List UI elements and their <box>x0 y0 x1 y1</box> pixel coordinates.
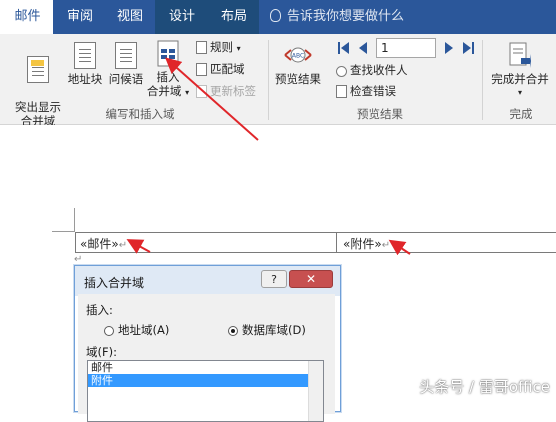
address-block-label: 地址块 <box>67 72 103 86</box>
radio-address-label: 地址域(A) <box>118 323 170 337</box>
insert-merge-field-label-2: 合并域 <box>146 84 182 98</box>
preview-results-label: 预览结果 <box>275 72 321 86</box>
rules-icon <box>196 41 207 54</box>
close-button[interactable]: ✕ <box>289 270 333 288</box>
table-cell-attachment-field[interactable]: «附件»↵ <box>343 235 390 252</box>
update-labels-button[interactable]: 更新标签 <box>196 82 256 100</box>
radio-address-fields[interactable]: 地址域(A) <box>104 322 169 338</box>
radio-database-fields[interactable]: 数据库域(D) <box>228 322 306 338</box>
svg-text:ABC: ABC <box>292 53 304 60</box>
lightbulb-icon <box>270 9 281 22</box>
finish-merge-label: 完成并合并 <box>491 72 549 86</box>
merge-field-mail: «邮件» <box>80 237 119 251</box>
dialog-body: 插入: 地址域(A) 数据库域(D) 域(F): 邮件 附件 <box>78 294 335 422</box>
fields-label: 域(F): <box>86 345 117 359</box>
table-border <box>75 232 556 233</box>
check-errors-icon <box>336 85 347 98</box>
ribbon-tab-bar: 邮件 审阅 视图 设计 布局 告诉我你想要做什么 <box>0 0 556 34</box>
paragraph-mark-icon: ↵ <box>381 240 391 251</box>
match-fields-icon <box>196 63 207 76</box>
group-label-preview: 预览结果 <box>357 107 403 121</box>
table-border <box>336 232 337 252</box>
record-number-input[interactable]: 1 <box>376 38 436 58</box>
highlight-fields-icon <box>27 56 49 83</box>
highlight-merge-fields-button[interactable]: 突出显示 合并域 <box>12 42 64 128</box>
highlight-merge-fields-label: 突出显示 合并域 <box>15 100 61 128</box>
greeting-line-button[interactable]: 问候语 <box>107 42 145 86</box>
tell-me-box[interactable]: 告诉我你想要做什么 <box>270 0 404 34</box>
update-labels-icon <box>196 85 207 98</box>
find-recipient-button[interactable]: 查找收件人 <box>336 61 408 79</box>
paragraph-mark-icon: ↵ <box>74 254 83 265</box>
update-labels-label: 更新标签 <box>210 84 256 98</box>
paragraph-mark-icon: ↵ <box>118 240 128 251</box>
radio-database-label: 数据库域(D) <box>242 323 306 337</box>
find-recipient-icon <box>336 66 347 77</box>
help-button[interactable]: ? <box>261 270 287 288</box>
last-record-button[interactable] <box>463 42 474 54</box>
chevron-down-icon: ▾ <box>185 88 190 97</box>
check-errors-button[interactable]: 检查错误 <box>336 82 396 100</box>
table-cell-mail-field[interactable]: «邮件»↵ <box>80 235 127 252</box>
list-item[interactable]: 邮件 <box>88 361 323 374</box>
radio-button-icon <box>104 326 114 336</box>
radio-button-selected-icon <box>228 326 238 336</box>
preview-results-button[interactable]: ABC 预览结果 <box>272 42 324 86</box>
dialog-titlebar[interactable]: 插入合并域 ? ✕ <box>75 266 340 296</box>
scrollbar[interactable] <box>308 361 323 421</box>
table-border <box>75 252 556 253</box>
address-block-icon <box>74 42 96 69</box>
insert-label: 插入: <box>86 303 113 317</box>
greeting-line-icon <box>115 42 137 69</box>
chevron-down-icon: ▾ <box>517 88 522 97</box>
tell-me-text: 告诉我你想要做什么 <box>287 9 405 24</box>
rules-label: 规则 <box>210 40 233 54</box>
tab-layout[interactable]: 布局 <box>209 0 259 34</box>
insert-merge-field-icon <box>157 40 179 67</box>
chevron-down-icon: ▾ <box>236 44 241 53</box>
insert-merge-field-button[interactable]: 插入 合并域 ▾ <box>146 40 190 100</box>
merge-field-attachment: «附件» <box>343 237 382 251</box>
check-errors-label: 检查错误 <box>350 84 396 98</box>
first-record-button[interactable] <box>338 42 349 54</box>
dialog-title: 插入合并域 <box>84 276 145 290</box>
watermark: 头条号 / 雷哥office <box>419 378 550 396</box>
list-item[interactable]: 附件 <box>88 374 323 387</box>
group-label-finish: 完成 <box>509 107 533 121</box>
insert-merge-field-label-1: 插入 <box>156 70 180 84</box>
margin-marker <box>74 208 75 232</box>
margin-marker <box>52 231 75 232</box>
tab-mailings[interactable]: 邮件 <box>0 0 53 34</box>
match-fields-button[interactable]: 匹配域 <box>196 60 245 78</box>
tab-view[interactable]: 视图 <box>105 0 155 34</box>
find-recipient-label: 查找收件人 <box>350 63 408 77</box>
tab-design[interactable]: 设计 <box>155 0 209 34</box>
finish-merge-icon <box>509 42 531 69</box>
address-block-button[interactable]: 地址块 <box>66 42 104 86</box>
match-fields-label: 匹配域 <box>210 62 245 76</box>
group-divider <box>482 40 483 120</box>
previous-record-button[interactable] <box>358 42 367 54</box>
rules-button[interactable]: 规则 ▾ <box>196 38 241 56</box>
greeting-line-label: 问候语 <box>108 72 144 86</box>
table-border <box>75 232 76 252</box>
next-record-button[interactable] <box>445 42 454 54</box>
tab-review[interactable]: 审阅 <box>55 0 105 34</box>
group-label-write-insert: 编写和插入域 <box>105 107 175 121</box>
fields-listbox[interactable]: 邮件 附件 <box>87 360 324 422</box>
group-divider <box>268 40 269 120</box>
insert-merge-field-dialog: 插入合并域 ? ✕ 插入: 地址域(A) 数据库域(D) 域(F): 邮件 附件 <box>74 265 341 422</box>
preview-results-icon: ABC <box>283 42 313 69</box>
finish-merge-button[interactable]: 完成并合并 ▾ <box>487 42 553 100</box>
